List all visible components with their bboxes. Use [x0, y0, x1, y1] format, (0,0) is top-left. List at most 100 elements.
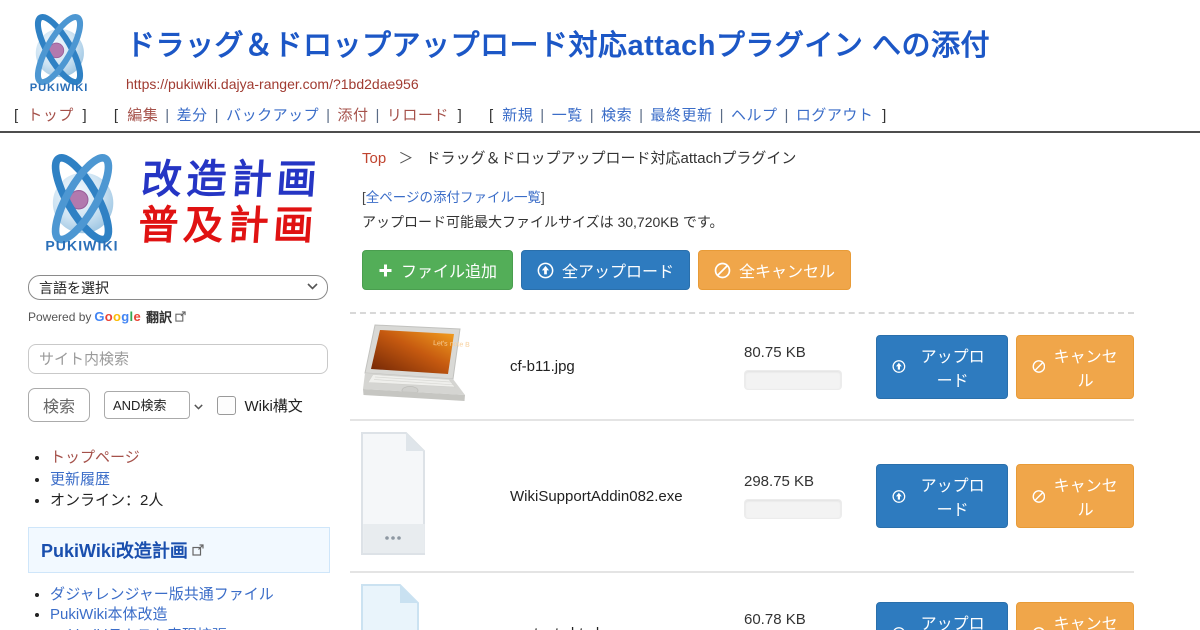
sidebar-item-text-ext[interactable]: PukiWikiテキスト表現拡張	[50, 627, 227, 630]
sidebar-item-top-page[interactable]: トップページ	[50, 449, 140, 466]
list-item: ダジャレンジャー版共通ファイル	[50, 585, 330, 605]
cancel-file-button[interactable]: キャンセル	[1016, 464, 1134, 528]
list-item: 更新履歴	[50, 470, 330, 490]
wiki-syntax-label: Wiki構文	[244, 395, 302, 416]
section-title: PukiWiki改造計画	[41, 537, 188, 563]
file-size-cell: 298.75 KB	[744, 473, 856, 519]
upload-circle-icon	[892, 488, 906, 505]
upload-circle-icon	[892, 358, 906, 375]
upload-file-button[interactable]: アップロード	[876, 464, 1008, 528]
nav-item-search[interactable]: 検索	[601, 107, 632, 124]
ban-icon	[1032, 488, 1046, 505]
file-actions: アップロード キャンセル	[876, 335, 1134, 399]
sidebar-main-links: ダジャレンジャー版共通ファイル PukiWiki本体改造 PukiWikiテキス…	[50, 585, 330, 630]
file-thumbnail-cell	[350, 431, 510, 561]
add-files-label: ファイル追加	[401, 258, 497, 282]
ban-icon	[1032, 358, 1046, 375]
upload-progress-bar	[744, 499, 842, 519]
nav-item-attach[interactable]: 添付	[337, 107, 368, 124]
nav-item-backup[interactable]: バックアップ	[226, 107, 319, 124]
sidebar-item-core-mod[interactable]: PukiWiki本体改造	[50, 606, 168, 623]
page-url-link[interactable]: https://pukiwiki.dajya-ranger.com/?1bd2d…	[126, 76, 990, 92]
cancel-file-button[interactable]: キャンセル	[1016, 335, 1134, 399]
external-link-icon	[192, 544, 204, 556]
google-translate-attribution[interactable]: Powered by Google 翻訳	[28, 307, 330, 326]
list-item: PukiWiki本体改造	[50, 605, 330, 625]
file-actions: アップロード キャンセル	[876, 464, 1134, 528]
file-thumbnail-cell: Let's note B	[350, 324, 510, 409]
pukiwiki-logo-icon[interactable]	[16, 8, 102, 98]
upload-file-label: アップロード	[914, 610, 992, 630]
nav-item-new[interactable]: 新規	[502, 107, 533, 124]
separator: |	[208, 107, 226, 124]
separator: |	[632, 107, 650, 124]
bracket: ]	[454, 107, 467, 124]
site-search-input[interactable]	[28, 344, 328, 374]
nav-item-logout[interactable]: ログアウト	[796, 107, 874, 124]
pukiwiki-atom-icon	[28, 147, 136, 259]
plus-icon	[378, 263, 393, 278]
separator: |	[713, 107, 731, 124]
cancel-all-button[interactable]: 全キャンセル	[698, 250, 851, 290]
language-select-wrap: 言語を選択	[28, 275, 330, 300]
separator: |	[583, 107, 601, 124]
nav-item-list[interactable]: 一覧	[552, 107, 583, 124]
sidebar-logo[interactable]: 改造計画 普及計画	[28, 147, 330, 259]
nav-item-edit[interactable]: 編集	[127, 107, 158, 124]
ban-icon	[1032, 625, 1046, 630]
search-button[interactable]: 検索	[28, 388, 90, 422]
nav-group-top: [ トップ ]	[10, 107, 91, 124]
sidebar-item-common-files[interactable]: ダジャレンジャー版共通ファイル	[50, 586, 274, 603]
sidebar-quick-links: トップページ 更新履歴 オンライン：2人	[50, 448, 330, 511]
upload-file-button[interactable]: アップロード	[876, 602, 1008, 630]
logo-line-kaizo: 改造計画	[140, 157, 323, 203]
upload-all-button[interactable]: 全アップロード	[521, 250, 690, 290]
separator: |	[533, 107, 551, 124]
file-name: cf-b11.jpg	[510, 358, 744, 375]
search-mode-wrap: AND検索	[104, 391, 203, 419]
cancel-file-button[interactable]: キャンセル	[1016, 602, 1134, 630]
breadcrumb-home-link[interactable]: Top	[362, 150, 386, 167]
file-size: 298.75 KB	[744, 473, 856, 490]
header-text: ドラッグ＆ドロップアップロード対応attachプラグイン への添付 https:…	[126, 8, 990, 92]
nav-item-help[interactable]: ヘルプ	[731, 107, 778, 124]
nav-item-recent[interactable]: 最終更新	[651, 107, 713, 124]
language-select[interactable]: 言語を選択	[28, 275, 328, 300]
sidebar-logo-text: 改造計画 普及計画	[137, 157, 323, 249]
file-actions: アップロード キャンセル	[876, 602, 1134, 630]
nav-item-top[interactable]: トップ	[27, 107, 74, 124]
bracket: [	[10, 107, 23, 124]
nav-item-diff[interactable]: 差分	[177, 107, 208, 124]
bracket: [	[485, 107, 498, 124]
file-size-cell: 80.75 KB	[744, 344, 856, 390]
separator: |	[369, 107, 387, 124]
upload-all-label: 全アップロード	[562, 258, 674, 282]
file-thumbnail-cell: </>	[350, 583, 510, 630]
breadcrumb-current: ドラッグ＆ドロップアップロード対応attachプラグイン	[426, 150, 797, 167]
cancel-file-label: キャンセル	[1053, 343, 1118, 391]
generic-file-icon	[360, 431, 426, 556]
breadcrumb: Top ＞ ドラッグ＆ドロップアップロード対応attachプラグイン	[362, 147, 1134, 168]
separator: |	[319, 107, 337, 124]
ban-icon	[714, 262, 731, 279]
nav-item-reload[interactable]: リロード	[387, 107, 449, 124]
logo-line-fukyu: 普及計画	[137, 203, 320, 249]
file-row: Let's note B cf-b11.jpg 80.75 KB	[350, 314, 1134, 419]
search-mode-select[interactable]: AND検索	[104, 391, 190, 419]
search-controls: 検索 AND検索 Wiki構文	[28, 388, 330, 422]
file-name: contents.html	[510, 625, 744, 630]
main-content: Top ＞ ドラッグ＆ドロップアップロード対応attachプラグイン [全ページ…	[346, 133, 1200, 630]
separator: |	[158, 107, 176, 124]
sidebar-section-header[interactable]: PukiWiki改造計画	[28, 527, 330, 573]
breadcrumb-separator: ＞	[390, 150, 421, 167]
svg-text:</>: </>	[363, 626, 417, 630]
upload-file-button[interactable]: アップロード	[876, 335, 1008, 399]
wiki-syntax-checkbox[interactable]	[217, 396, 236, 415]
add-files-button[interactable]: ファイル追加	[362, 250, 513, 290]
cancel-file-label: キャンセル	[1053, 610, 1118, 630]
attach-list-line: [全ページの添付ファイル一覧]	[362, 186, 1134, 206]
all-attachments-link[interactable]: 全ページの添付ファイル一覧	[366, 190, 541, 205]
bracket: ]	[541, 190, 545, 205]
sidebar-item-history[interactable]: 更新履歴	[50, 471, 110, 488]
file-name: WikiSupportAddin082.exe	[510, 488, 744, 505]
